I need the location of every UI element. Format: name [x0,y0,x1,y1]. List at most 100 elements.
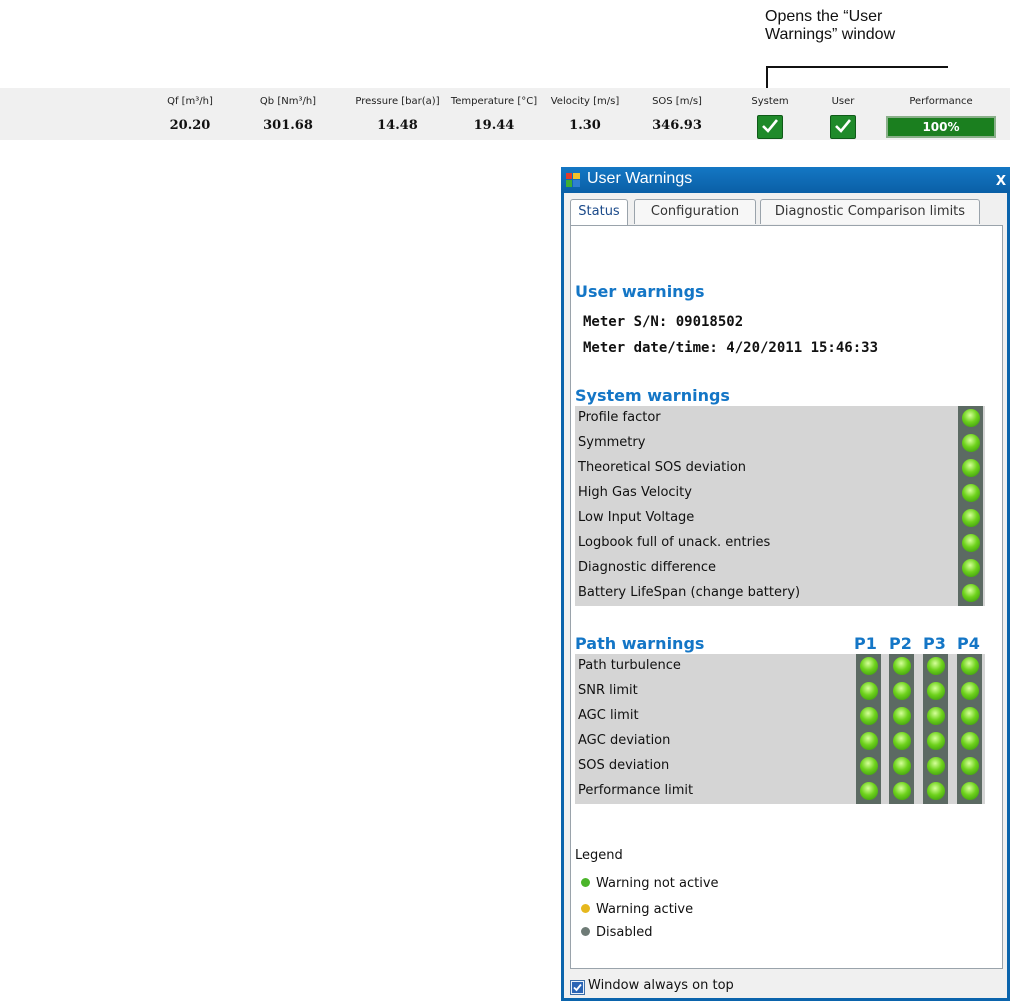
status-led-cell [958,481,983,506]
p3-led-cell [923,729,948,754]
green-led-icon [927,707,945,725]
p1-led-cell [856,754,881,779]
green-led-icon [961,782,979,800]
green-led-icon [860,707,878,725]
user-warnings-heading: User warnings [575,282,705,301]
tab-diagnostic-comparison-limits[interactable]: Diagnostic Comparison limits [760,199,980,224]
tab-configuration[interactable]: Configuration [634,199,756,224]
pressure-column: Pressure [bar(a)] 14.48 [350,88,445,140]
path-warning-row: SOS deviation [575,754,985,779]
status-led-cell [958,506,983,531]
system-warning-label: Low Input Voltage [578,510,695,525]
window-client: Status Configuration Diagnostic Comparis… [564,193,1007,998]
green-led-icon [927,782,945,800]
status-panel: User warnings Meter S/N: 09018502 Meter … [570,225,1003,969]
always-on-top-label[interactable]: Window always on top [588,978,734,993]
p1-led-cell [856,779,881,804]
green-led-icon [860,782,878,800]
path-warnings-table: Path turbulence SNR limit AGC limit AGC … [575,654,985,804]
green-led-icon [893,682,911,700]
path-warning-label: SOS deviation [578,758,670,773]
performance-bar: 100% [886,116,996,138]
velocity-column: Velocity [m/s] 1.30 [548,88,622,140]
green-led-icon [893,732,911,750]
green-led-icon [927,682,945,700]
path-header-p1: P1 [854,634,877,653]
green-led-icon [927,732,945,750]
p1-led-cell [856,704,881,729]
p4-led-cell [957,704,982,729]
green-led-icon [962,459,980,477]
legend-item: Disabled [581,925,652,940]
legend-item: Warning not active [581,876,719,891]
annotation-line-1: Opens the “User [765,8,883,25]
qb-value: 301.68 [263,118,313,133]
performance-value: 100% [922,120,960,134]
always-on-top-checkbox[interactable] [570,980,585,995]
system-warning-label: Diagnostic difference [578,560,717,575]
green-led-icon [962,534,980,552]
path-warning-label: Path turbulence [578,658,681,673]
system-warning-row: Profile factor [575,406,985,431]
legend-label: Disabled [596,925,653,940]
check-icon [762,119,779,133]
path-warning-label: SNR limit [578,683,638,698]
green-led-icon [962,409,980,427]
legend-label: Warning active [596,902,694,917]
p3-led-cell [923,779,948,804]
user-label: User [831,96,855,107]
p1-led-cell [856,654,881,679]
tab-status[interactable]: Status [570,199,628,228]
system-warning-label: Profile factor [578,410,661,425]
velocity-value: 1.30 [569,118,601,133]
status-led-cell [958,581,983,606]
temperature-label: Temperature [°C] [450,96,538,107]
p1-led-cell [856,679,881,704]
path-warning-row: AGC deviation [575,729,985,754]
green-led-icon [962,559,980,577]
system-warning-row: Diagnostic difference [575,556,985,581]
annotation-line-2: Warnings” window [765,26,896,43]
user-status-button[interactable] [830,115,856,139]
measurement-bar: Qf [m³/h] 20.20 Qb [Nm³/h] 301.68 Pressu… [0,88,1010,140]
status-led-cell [958,531,983,556]
p3-led-cell [923,704,948,729]
green-led-icon [860,657,878,675]
path-header-p2: P2 [889,634,912,653]
system-warnings-heading: System warnings [575,386,730,405]
system-warning-row: Battery LifeSpan (change battery) [575,581,985,606]
p2-led-cell [889,654,914,679]
path-header-p3: P3 [923,634,946,653]
p4-led-cell [957,679,982,704]
status-led-cell [958,456,983,481]
close-icon[interactable]: x [996,169,1006,190]
sos-value: 346.93 [652,118,702,133]
legend-item: Warning active [581,902,693,917]
p4-led-cell [957,654,982,679]
path-warning-row: SNR limit [575,679,985,704]
system-status-button[interactable] [757,115,783,139]
system-warning-row: Logbook full of unack. entries [575,531,985,556]
green-led-icon [860,682,878,700]
p2-led-cell [889,754,914,779]
system-warning-row: Low Input Voltage [575,506,985,531]
pressure-value: 14.48 [377,118,418,133]
qf-column: Qf [m³/h] 20.20 [155,88,225,140]
meter-serial: Meter S/N: 09018502 [583,314,744,330]
p3-led-cell [923,654,948,679]
p4-led-cell [957,729,982,754]
performance-label: Performance [909,96,973,107]
system-warning-row: Theoretical SOS deviation [575,456,985,481]
green-led-icon [961,707,979,725]
status-led-cell [958,556,983,581]
title-bar[interactable]: User Warnings x [561,167,1010,193]
sos-label: SOS [m/s] [652,96,702,107]
path-header-p4: P4 [957,634,980,653]
p2-led-cell [889,704,914,729]
path-warning-row: AGC limit [575,704,985,729]
p2-led-cell [889,729,914,754]
p4-led-cell [957,754,982,779]
p3-led-cell [923,679,948,704]
green-led-icon [893,657,911,675]
path-warning-row: Performance limit [575,779,985,804]
